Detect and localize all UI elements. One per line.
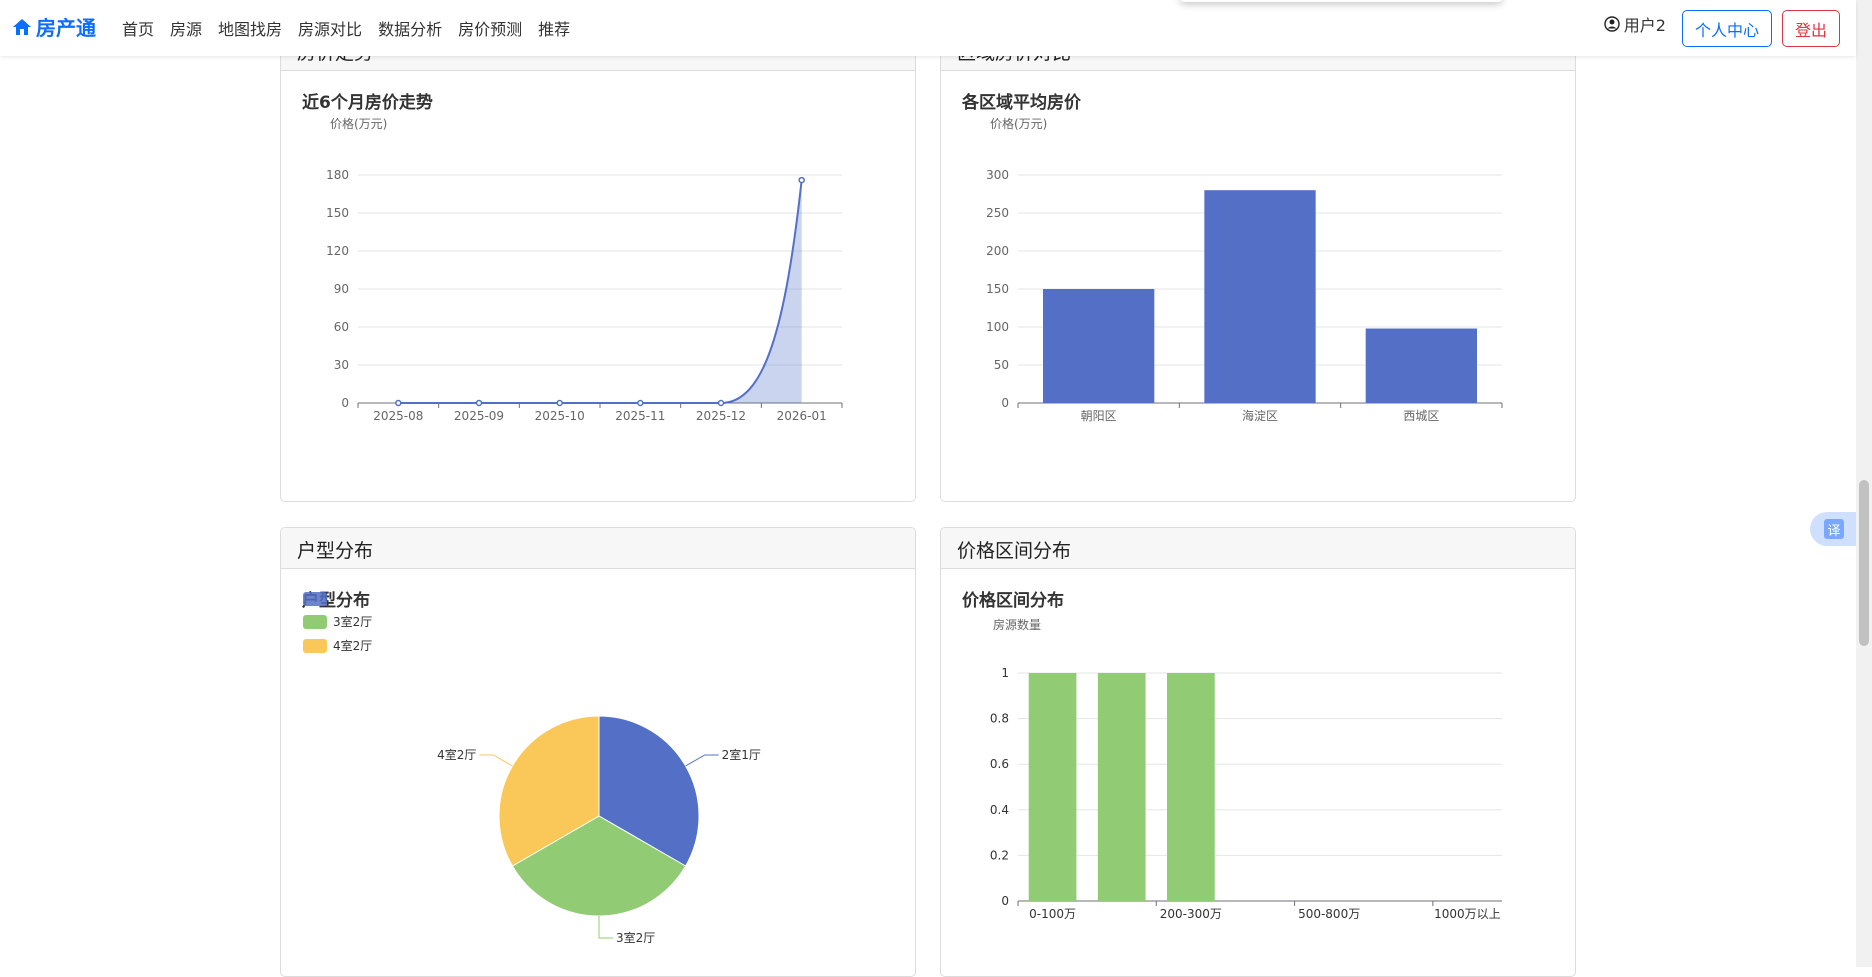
translate-icon: 译 — [1824, 519, 1844, 539]
brand-name: 房产通 — [36, 16, 96, 40]
nav-link-analysis[interactable]: 数据分析 — [378, 16, 442, 40]
range-bar — [1028, 673, 1077, 901]
pie-legend-label: 4室2厅 — [333, 638, 372, 653]
range-bar — [1167, 673, 1215, 901]
user-menu[interactable]: 用户2 — [1604, 12, 1666, 36]
range-x-tick-label: 1000万以上 — [1434, 907, 1501, 921]
nav-links: 首页 房源 地图找房 房源对比 数据分析 房价预测 推荐 — [122, 16, 586, 40]
trend-y-tick-label: 30 — [334, 358, 349, 372]
district-bar — [1365, 328, 1477, 403]
price-range-card: 价格区间分布 价格区间分布 房源数量 0 0.2 0.4 0.6 0.8 1 0-100万 2… — [940, 527, 1576, 977]
pie-label-line — [479, 754, 513, 767]
trend-y-tick-label: 180 — [326, 168, 349, 182]
district-y-tick-label: 300 — [986, 168, 1009, 182]
pie-slice-label: 3室2厅 — [616, 930, 655, 945]
layout-card: 户型分布 户型分布 3室2厅 4室2厅 2室1厅 3室2厅 4室2厅 — [280, 527, 916, 977]
trend-data-point — [798, 176, 805, 184]
pie-label-line — [598, 916, 613, 939]
trend-x-tick-label: 2026-01 — [777, 409, 827, 423]
trend-y-tick-label: 90 — [334, 282, 349, 296]
user-name: 用户2 — [1623, 16, 1666, 35]
nav-link-home[interactable]: 首页 — [122, 16, 154, 40]
pie-slice-label: 4室2厅 — [437, 747, 476, 762]
top-navbar: 房产通 首页 房源 地图找房 房源对比 数据分析 房价预测 推荐 用户2 个人中… — [0, 0, 1856, 56]
range-y-tick-label: 0.8 — [990, 712, 1009, 726]
range-x-tick-label: 500-800万 — [1298, 907, 1360, 921]
scroll-thumb[interactable] — [1859, 480, 1869, 646]
home-icon — [13, 18, 31, 35]
trend-x-tick-label: 2025-08 — [373, 409, 423, 423]
profile-button[interactable]: 个人中心 — [1681, 10, 1772, 47]
trend-y-tick-label: 0 — [341, 396, 349, 410]
translate-button[interactable]: 译 — [1810, 512, 1856, 546]
range-x-tick-label: 200-300万 — [1160, 907, 1222, 921]
district-y-tick-label: 150 — [986, 282, 1009, 296]
dropdown-popover — [1180, 0, 1502, 2]
nav-link-map[interactable]: 地图找房 — [218, 16, 282, 40]
district-x-tick-label: 西城区 — [1403, 409, 1439, 423]
district-y-tick-label: 100 — [986, 320, 1009, 334]
range-bar — [1097, 673, 1146, 901]
trend-area-fill — [398, 180, 802, 403]
range-y-tick-label: 1 — [1001, 666, 1009, 680]
district-y-tick-label: 50 — [994, 358, 1009, 372]
district-y-tick-label: 250 — [986, 206, 1009, 220]
nav-link-listings[interactable]: 房源 — [170, 16, 202, 40]
range-y-tick-label: 0.4 — [990, 803, 1009, 817]
trend-x-tick-label: 2025-12 — [696, 409, 746, 423]
district-y-tick-label: 0 — [1001, 396, 1009, 410]
district-x-tick-label: 朝阳区 — [1081, 409, 1117, 423]
trend-card: 房价走势 近6个月房价走势 价格(万元) 0306090120150180202… — [280, 29, 916, 502]
nav-link-recommend[interactable]: 推荐 — [538, 16, 570, 40]
layout-card-header: 户型分布 — [281, 528, 915, 569]
trend-x-tick-label: 2025-10 — [535, 409, 585, 423]
trend-y-tick-label: 120 — [326, 244, 349, 258]
user-circle-icon — [1604, 16, 1620, 32]
pie-legend-swatch — [303, 615, 327, 629]
price-range-card-header: 价格区间分布 — [941, 528, 1575, 569]
district-bar — [1043, 289, 1155, 403]
trend-y-tick-label: 60 — [334, 320, 349, 334]
range-y-tick-label: 0.6 — [990, 757, 1009, 771]
pie-slice-label: 2室1厅 — [722, 747, 761, 762]
trend-line-chart: 0 30 60 90 120 150 180 2025-08 2025-09 2025-10 202… — [326, 168, 843, 423]
pie-label-line — [685, 754, 719, 767]
district-y-tick-label: 200 — [986, 244, 1009, 258]
trend-y-tick-label: 150 — [326, 206, 349, 220]
pie-legend-swatch — [303, 592, 327, 606]
brand-logo[interactable]: 房产通 — [12, 12, 96, 41]
trend-data-point — [556, 399, 563, 407]
district-card: 区域房价对比 各区域平均房价 价格(万元) 050100150200250300… — [940, 29, 1576, 502]
district-bar — [1204, 190, 1316, 403]
range-x-tick-label: 0-100万 — [1029, 907, 1076, 921]
nav-link-compare[interactable]: 房源对比 — [298, 16, 362, 40]
range-y-tick-label: 0 — [1001, 894, 1009, 908]
price-range-bar-chart: 0 0.2 0.4 0.6 0.8 1 0-100万 200-300万 500-800万 1000… — [990, 666, 1502, 921]
user-area: 用户2 个人中心 登出 — [1604, 10, 1840, 47]
pie-legend-swatch — [303, 639, 327, 653]
trend-series-line — [398, 179, 803, 404]
trend-data-point — [475, 399, 483, 407]
pie-legend-label: 3室2厅 — [333, 614, 372, 629]
range-y-tick-label: 0.2 — [990, 848, 1009, 862]
trend-x-tick-label: 2025-11 — [615, 409, 665, 423]
nav-link-prediction[interactable]: 房价预测 — [458, 16, 522, 40]
trend-x-tick-label: 2025-09 — [454, 409, 504, 423]
district-x-tick-label: 海淀区 — [1242, 408, 1278, 423]
district-bar-chart: 0 50 100 150 200 250 300 朝阳区 海淀区 西城区 — [986, 168, 1503, 423]
logout-button[interactable]: 登出 — [1781, 10, 1840, 47]
page-scrollbar[interactable] — [1856, 0, 1872, 967]
trend-data-point — [717, 399, 725, 407]
trend-data-point — [395, 399, 402, 407]
trend-data-point — [637, 399, 644, 407]
layout-pie-chart: 3室2厅 4室2厅 2室1厅 3室2厅 4室2厅 — [303, 592, 761, 945]
